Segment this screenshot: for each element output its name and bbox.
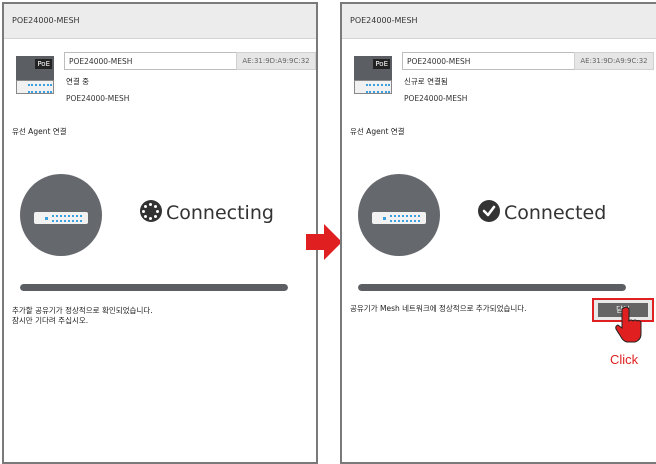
- click-label: Click: [610, 352, 639, 367]
- section-label: 유선 Agent 연결: [12, 127, 67, 136]
- status-message: 공유기가 Mesh 네트워크에 정상적으로 추가되었습니다.: [350, 304, 527, 313]
- connection-status: 신규로 연결됨: [404, 77, 448, 86]
- connection-status: 연결 중: [66, 77, 90, 86]
- connecting-dialog: POE24000-MESH PoE POE24000-MESH AE:31:9D…: [2, 2, 318, 464]
- hand-cursor-icon: [615, 306, 642, 343]
- status-message: 추가할 공유기가 정상적으로 확인되었습니다. 잠시만 기다려 주십시오.: [12, 306, 153, 326]
- poe-badge: PoE: [35, 59, 52, 69]
- poe-badge: PoE: [373, 59, 390, 69]
- connecting-status: Connecting: [140, 200, 274, 224]
- message-line-2: 잠시만 기다려 주십시오.: [12, 316, 89, 325]
- dialog-title: POE24000-MESH: [4, 4, 316, 39]
- dialog-title: POE24000-MESH: [342, 4, 656, 39]
- progress-fill: [20, 284, 288, 291]
- device-model: POE24000-MESH: [66, 94, 130, 103]
- device-info: PoE POE24000-MESH AE:31:9D:A9:9C:32 신규로 …: [350, 46, 654, 106]
- message-line-1: 추가할 공유기가 정상적으로 확인되었습니다.: [12, 306, 153, 315]
- mac-address: AE:31:9D:A9:9C:32: [236, 52, 316, 70]
- checkmark-icon: [478, 200, 500, 222]
- poe-switch-icon: PoE: [354, 56, 392, 96]
- arrow-right-icon: [306, 224, 342, 260]
- device-name-input[interactable]: POE24000-MESH: [402, 52, 578, 70]
- section-label: 유선 Agent 연결: [350, 127, 405, 136]
- connected-status: Connected: [478, 200, 606, 224]
- progress-bar: [20, 284, 288, 291]
- connected-dialog: POE24000-MESH PoE POE24000-MESH AE:31:9D…: [340, 2, 656, 464]
- device-info: PoE POE24000-MESH AE:31:9D:A9:9C:32 연결 중…: [12, 46, 316, 106]
- mac-address: AE:31:9D:A9:9C:32: [574, 52, 654, 70]
- connecting-label: Connecting: [166, 202, 274, 224]
- device-model: POE24000-MESH: [404, 94, 468, 103]
- connected-label: Connected: [504, 202, 607, 224]
- router-icon: [20, 174, 102, 256]
- poe-switch-icon: PoE: [16, 56, 54, 96]
- router-icon: [358, 174, 440, 256]
- spinner-icon: [140, 200, 162, 222]
- progress-fill: [358, 284, 626, 291]
- progress-bar: [358, 284, 626, 291]
- device-name-input[interactable]: POE24000-MESH: [64, 52, 240, 70]
